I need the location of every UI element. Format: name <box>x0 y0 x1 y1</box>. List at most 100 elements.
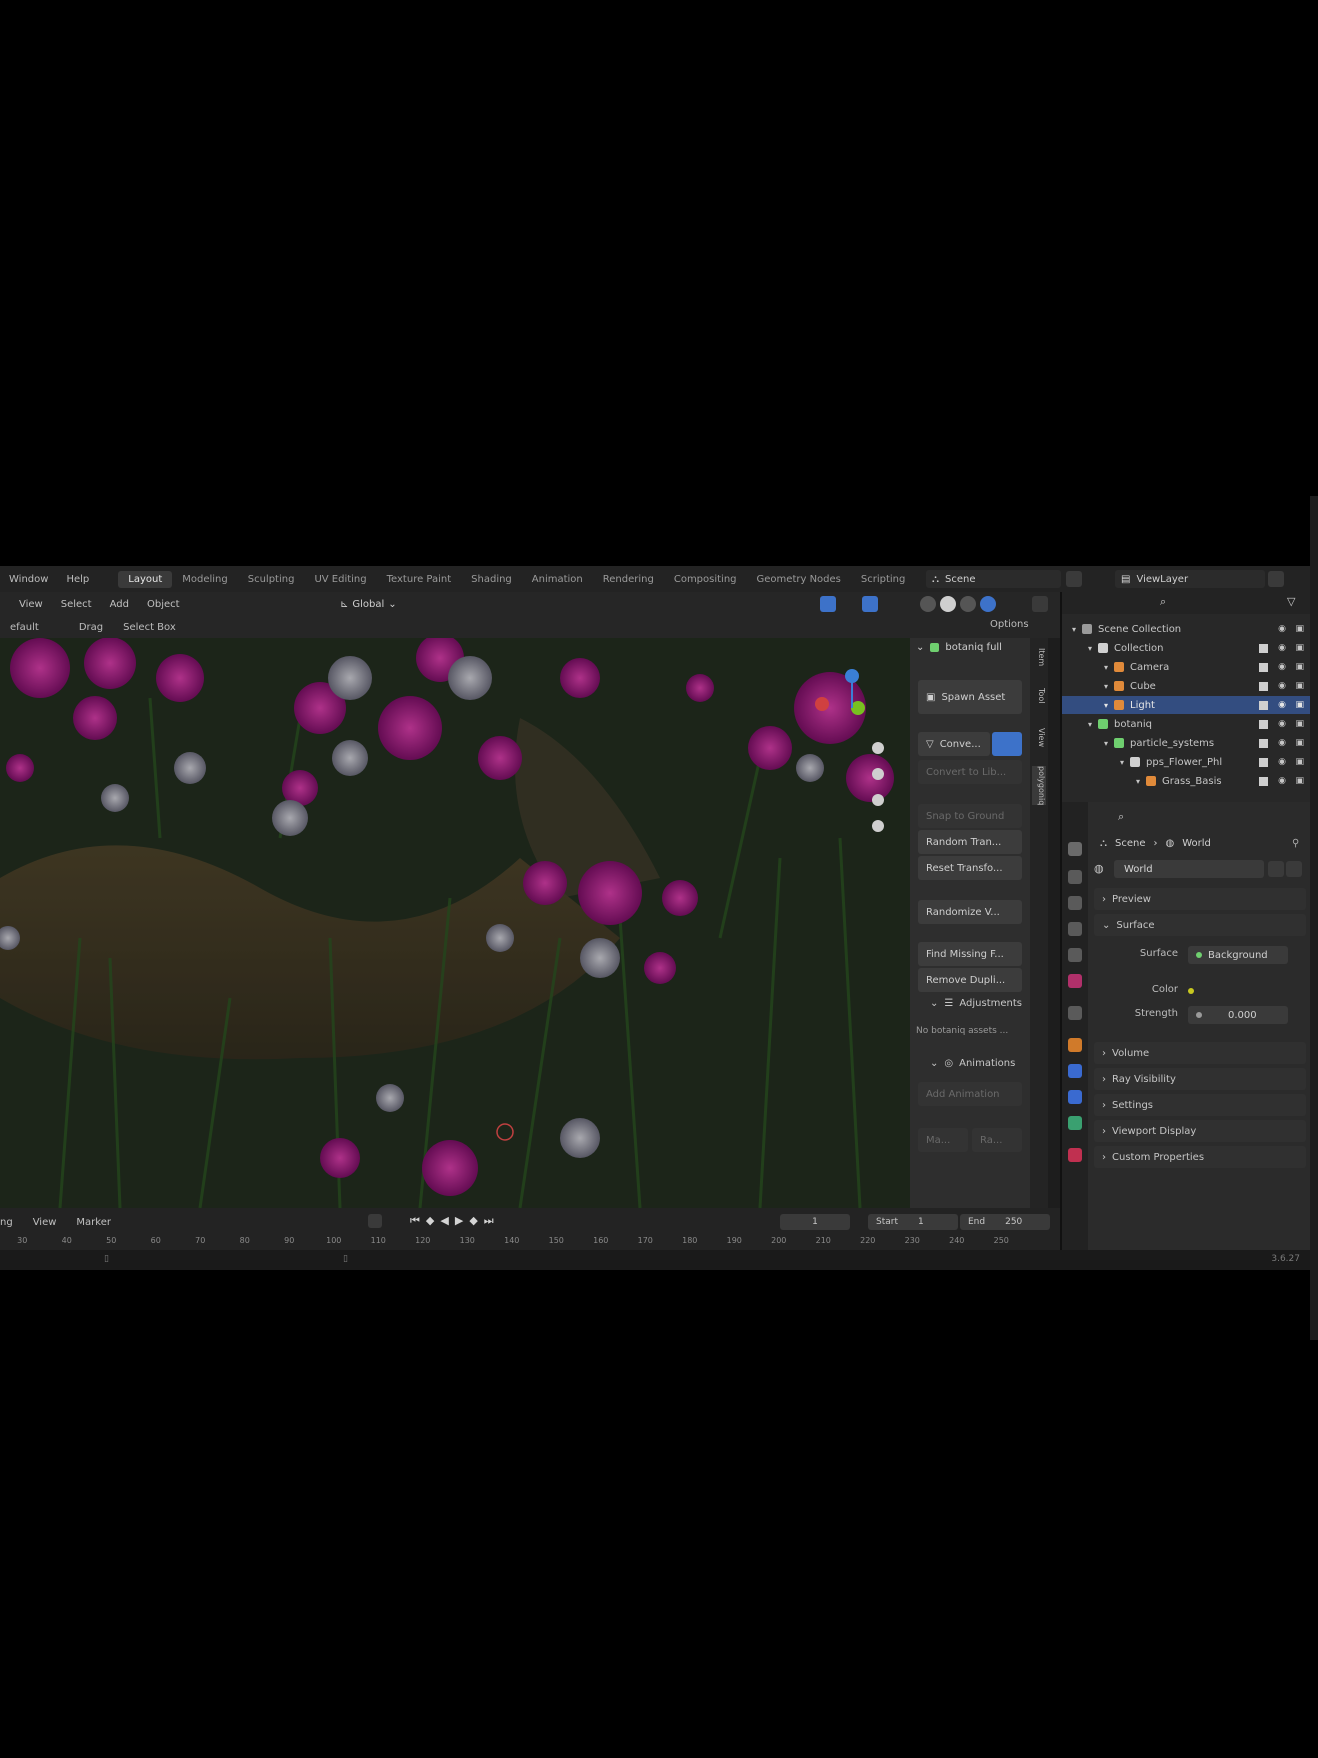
3d-viewport[interactable] <box>0 638 910 1208</box>
exclude-checkbox[interactable] <box>1259 662 1268 672</box>
pin-icon[interactable]: ⚲ <box>1292 838 1299 849</box>
tab-sculpting[interactable]: Sculpting <box>238 571 305 588</box>
render-camera-icon[interactable]: ▣ <box>1295 757 1304 767</box>
playback-menu[interactable]: ng <box>0 1217 23 1228</box>
end-frame-field[interactable]: End 250 <box>960 1214 1050 1230</box>
visibility-eye-icon[interactable]: ◉ <box>1278 700 1286 710</box>
render-tab-icon[interactable] <box>1068 870 1082 884</box>
expand-arrow-icon[interactable]: ▾ <box>1104 739 1108 748</box>
collapsed-panel[interactable]: › Custom Properties <box>1094 1146 1306 1168</box>
collapsed-panel[interactable]: › Volume <box>1094 1042 1306 1064</box>
color-field[interactable] <box>1188 982 1288 1000</box>
visibility-eye-icon[interactable]: ◉ <box>1278 719 1286 729</box>
exclude-checkbox[interactable] <box>1259 757 1268 767</box>
panel-header[interactable]: ⌄ botaniq full <box>916 642 1002 653</box>
exclude-checkbox[interactable] <box>1259 776 1268 786</box>
menu-help[interactable]: Help <box>57 574 98 585</box>
play-icon[interactable]: ▶ <box>455 1214 463 1228</box>
scene-tab-icon[interactable] <box>1068 948 1082 962</box>
menu-select[interactable]: Select <box>52 599 101 610</box>
exclude-checkbox[interactable] <box>1259 700 1268 710</box>
random-transform-button[interactable]: Random Tran... <box>918 830 1022 854</box>
surface-shader-field[interactable]: Background <box>1188 946 1288 964</box>
visibility-eye-icon[interactable]: ◉ <box>1278 624 1286 634</box>
tab-geometry-nodes[interactable]: Geometry Nodes <box>747 571 851 588</box>
exclude-checkbox[interactable] <box>1259 643 1268 653</box>
add-animation-button[interactable]: Add Animation <box>918 1082 1022 1106</box>
render-camera-icon[interactable]: ▣ <box>1295 700 1304 710</box>
constraints-tab-icon[interactable] <box>1068 1148 1082 1162</box>
tab-view[interactable]: View <box>1032 728 1046 747</box>
particles-tab-icon[interactable] <box>1068 1090 1082 1104</box>
toggle-sidebar-icon[interactable] <box>1032 596 1048 612</box>
outliner-item[interactable]: ▾ Collection ◉ ▣ <box>1062 639 1310 657</box>
strength-field[interactable]: 0.000 <box>1188 1006 1288 1024</box>
jump-start-icon[interactable]: ⏮ <box>410 1214 420 1228</box>
bottom-button[interactable]: Ma... <box>918 1128 968 1152</box>
rendered-shading-icon[interactable] <box>980 596 996 612</box>
exclude-checkbox[interactable] <box>1259 738 1268 748</box>
play-reverse-icon[interactable]: ◀ <box>440 1214 448 1228</box>
adjustments-subpanel[interactable]: ⌄ ☰ Adjustments <box>930 998 1022 1009</box>
mode-dropdown[interactable]: efault <box>0 622 49 633</box>
find-missing-button[interactable]: Find Missing F... <box>918 942 1022 966</box>
tab-uv-editing[interactable]: UV Editing <box>304 571 376 588</box>
new-world-icon[interactable] <box>1286 861 1302 877</box>
props-search-icon[interactable]: ⌕ <box>1118 810 1124 824</box>
outliner-item[interactable]: ▾ Cube ◉ ▣ <box>1062 677 1310 695</box>
world-tab-icon[interactable] <box>1068 974 1082 988</box>
render-camera-icon[interactable]: ▣ <box>1295 719 1304 729</box>
visibility-eye-icon[interactable]: ◉ <box>1278 643 1286 653</box>
render-camera-icon[interactable]: ▣ <box>1295 776 1304 786</box>
randomize-button[interactable]: Randomize V... <box>918 900 1022 924</box>
convert-to-lib-button[interactable]: Convert to Lib... <box>918 760 1022 784</box>
exclude-checkbox[interactable] <box>1259 719 1268 729</box>
expand-arrow-icon[interactable]: ▾ <box>1072 625 1076 634</box>
next-keyframe-icon[interactable]: ◆ <box>469 1214 477 1228</box>
tab-tool[interactable]: Tool <box>1032 688 1046 704</box>
outliner-item[interactable]: ▾ pps_Flower_Phl ◉ ▣ <box>1062 753 1310 771</box>
expand-arrow-icon[interactable]: ▾ <box>1088 644 1092 653</box>
tab-animation[interactable]: Animation <box>522 571 593 588</box>
current-frame-field[interactable]: 1 <box>780 1214 850 1230</box>
search-icon[interactable]: ⌕ <box>1160 595 1166 609</box>
tab-scripting[interactable]: Scripting <box>851 571 915 588</box>
visibility-eye-icon[interactable]: ◉ <box>1278 681 1286 691</box>
filter-icon[interactable]: ▽ <box>1287 595 1295 608</box>
view-layer-tab-icon[interactable] <box>1068 922 1082 936</box>
animations-subpanel[interactable]: ⌄ ◎ Animations <box>930 1058 1015 1069</box>
collapsed-panel[interactable]: › Ray Visibility <box>1094 1068 1306 1090</box>
overlay-toggle-icon[interactable] <box>862 596 878 612</box>
preview-panel[interactable]: › Preview <box>1094 888 1306 910</box>
gizmo-toggle-icon[interactable] <box>820 596 836 612</box>
expand-arrow-icon[interactable]: ▾ <box>1104 701 1108 710</box>
convert-button[interactable]: ▽ Conve... <box>918 732 990 756</box>
render-camera-icon[interactable]: ▣ <box>1295 662 1304 672</box>
collapsed-panel[interactable]: › Settings <box>1094 1094 1306 1116</box>
material-shading-icon[interactable] <box>960 596 976 612</box>
menu-window[interactable]: Window <box>0 574 57 585</box>
solid-shading-icon[interactable] <box>940 596 956 612</box>
render-camera-icon[interactable]: ▣ <box>1295 624 1304 634</box>
exclude-checkbox[interactable] <box>1259 681 1268 691</box>
view-layer-selector[interactable]: ▤ ViewLayer <box>1115 570 1265 588</box>
expand-arrow-icon[interactable]: ▾ <box>1088 720 1092 729</box>
tab-modeling[interactable]: Modeling <box>172 571 238 588</box>
snap-to-ground-button[interactable]: Snap to Ground <box>918 804 1022 828</box>
outliner-item[interactable]: ▾ Light ◉ ▣ <box>1062 696 1310 714</box>
tool-tab-icon[interactable] <box>1068 842 1082 856</box>
tab-layout[interactable]: Layout <box>118 570 173 588</box>
menu-add[interactable]: Add <box>101 599 138 610</box>
expand-arrow-icon[interactable]: ▾ <box>1104 682 1108 691</box>
render-camera-icon[interactable]: ▣ <box>1295 738 1304 748</box>
tab-shading[interactable]: Shading <box>461 571 522 588</box>
world-name-field[interactable]: World <box>1114 860 1264 878</box>
scene-selector[interactable]: ⛬ Scene <box>926 570 1061 588</box>
visibility-eye-icon[interactable]: ◉ <box>1278 776 1286 786</box>
record-icon[interactable] <box>368 1214 382 1228</box>
marker-menu[interactable]: Marker <box>66 1217 121 1228</box>
prev-keyframe-icon[interactable]: ◆ <box>426 1214 434 1228</box>
object-tab-icon[interactable] <box>1068 1038 1082 1052</box>
tab-polygoniq[interactable]: polygoniq <box>1032 766 1046 806</box>
wireframe-shading-icon[interactable] <box>920 596 936 612</box>
